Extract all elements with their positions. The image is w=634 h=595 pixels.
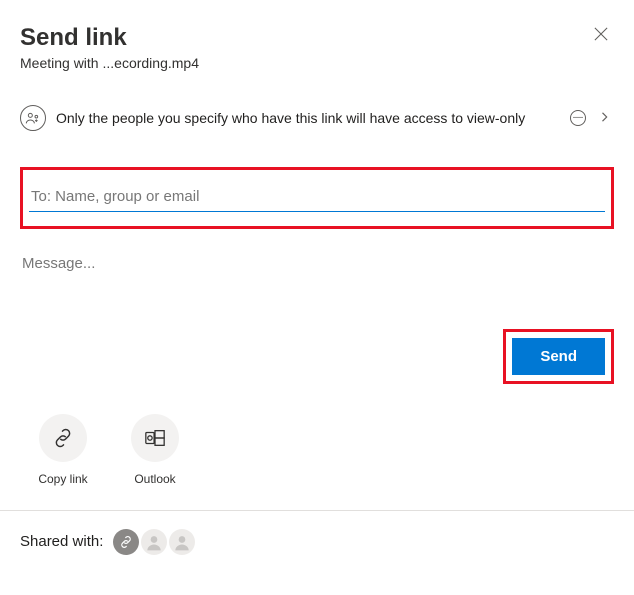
people-icon — [20, 105, 46, 131]
shared-avatar-2[interactable] — [169, 529, 195, 555]
title-block: Send link Meeting with ...ecording.mp4 — [20, 20, 199, 71]
copy-link-label: Copy link — [38, 472, 87, 486]
close-icon — [594, 25, 608, 45]
to-field-highlight — [20, 167, 614, 229]
outlook-label: Outlook — [134, 472, 175, 486]
shared-avatars — [113, 529, 195, 555]
to-input[interactable] — [29, 184, 605, 212]
permission-text: Only the people you specify who have thi… — [56, 110, 560, 126]
share-dialog: Send link Meeting with ...ecording.mp4 O… — [0, 0, 634, 486]
outlook-action[interactable]: Outlook — [124, 414, 186, 486]
copy-link-action[interactable]: Copy link — [32, 414, 94, 486]
secondary-actions: Copy link Outlook — [32, 414, 614, 486]
outlook-icon — [131, 414, 179, 462]
send-button[interactable]: Send — [512, 338, 605, 375]
permission-badge-icon: — — [570, 110, 586, 126]
dialog-title: Send link — [20, 24, 199, 53]
send-button-highlight: Send — [503, 329, 614, 384]
dialog-header: Send link Meeting with ...ecording.mp4 — [20, 20, 614, 71]
send-row: Send — [20, 329, 614, 384]
file-name: Meeting with ...ecording.mp4 — [20, 55, 199, 71]
shared-avatar-1[interactable] — [141, 529, 167, 555]
message-input[interactable] — [20, 251, 614, 276]
shared-link-badge[interactable] — [113, 529, 139, 555]
shared-with-label: Shared with: — [20, 533, 103, 550]
link-permission-row[interactable]: Only the people you specify who have thi… — [20, 105, 614, 131]
shared-with-row: Shared with: — [0, 511, 634, 573]
close-button[interactable] — [588, 20, 614, 50]
chevron-right-icon — [596, 109, 614, 127]
copy-link-icon — [39, 414, 87, 462]
